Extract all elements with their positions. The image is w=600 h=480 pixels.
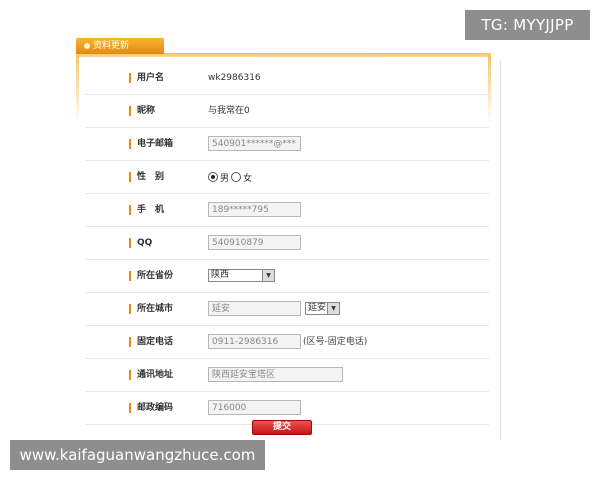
row-gender: 性 别 男 女 [85, 161, 489, 194]
province-label: 所在省份 [129, 271, 173, 281]
postcode-label: 邮政编码 [129, 403, 173, 413]
gender-male-label: 男 [220, 173, 230, 184]
row-province: 所在省份 陕西 ▼ [85, 260, 489, 293]
email-field[interactable]: 540901******@*** [208, 136, 301, 151]
qq-field[interactable]: 540910879 [208, 235, 301, 250]
phone-label: 固定电话 [129, 337, 173, 347]
phone-field[interactable]: 0911-2986316 [208, 334, 301, 349]
row-mobile: 手 机 189*****795 [85, 194, 489, 227]
mobile-field[interactable]: 189*****795 [208, 202, 301, 217]
site-watermark: www.kaifaguanwangzhuce.com [10, 440, 265, 470]
gender-label: 性 别 [129, 172, 164, 182]
tab-bullet-icon [84, 42, 90, 49]
postcode-field[interactable]: 716000 [208, 400, 301, 415]
gender-female-label: 女 [243, 173, 253, 184]
city-select[interactable]: 延安 ▼ [305, 302, 340, 315]
address-label: 通讯地址 [129, 370, 173, 380]
profile-form: 用户名 wk2986316 昵称 与我常在0 电子邮箱 540901******… [85, 62, 489, 425]
phone-format-hint: (区号-固定电话) [303, 337, 368, 347]
content-divider [500, 60, 501, 440]
chevron-down-icon: ▼ [327, 303, 339, 314]
tg-badge: TG: MYYJJPP [465, 10, 590, 40]
gender-radio-group: 男 女 [208, 170, 252, 184]
username-value: wk2986316 [208, 73, 261, 83]
nickname-label: 昵称 [129, 106, 155, 116]
tab-title: 资料更新 [93, 41, 130, 51]
province-selected: 陕西 [211, 270, 230, 280]
city-selected: 延安 [308, 303, 327, 313]
gender-male-radio[interactable] [208, 172, 218, 182]
row-address: 通讯地址 陕西延安宝塔区 [85, 359, 489, 392]
row-nickname: 昵称 与我常在0 [85, 95, 489, 128]
gender-female-radio[interactable] [231, 172, 242, 182]
chevron-down-icon: ▼ [262, 270, 274, 281]
panel-left-border [76, 53, 79, 123]
row-username: 用户名 wk2986316 [85, 62, 489, 95]
city-field[interactable]: 延安 [208, 301, 301, 316]
city-label: 所在城市 [129, 304, 173, 314]
nickname-value: 与我常在0 [208, 106, 250, 116]
submit-button[interactable]: 提交 [252, 420, 312, 435]
province-select[interactable]: 陕西 ▼ [208, 269, 275, 282]
email-label: 电子邮箱 [129, 139, 173, 149]
row-city: 所在城市 延安 延安 ▼ [85, 293, 489, 326]
mobile-label: 手 机 [129, 205, 164, 215]
tab-profile-update[interactable]: 资料更新 [76, 38, 164, 54]
row-phone: 固定电话 0911-2986316 (区号-固定电话) [85, 326, 489, 359]
row-email: 电子邮箱 540901******@*** [85, 128, 489, 161]
qq-label: QQ [129, 238, 152, 248]
row-qq: QQ 540910879 [85, 227, 489, 260]
address-field[interactable]: 陕西延安宝塔区 [208, 367, 343, 382]
username-label: 用户名 [129, 73, 164, 83]
